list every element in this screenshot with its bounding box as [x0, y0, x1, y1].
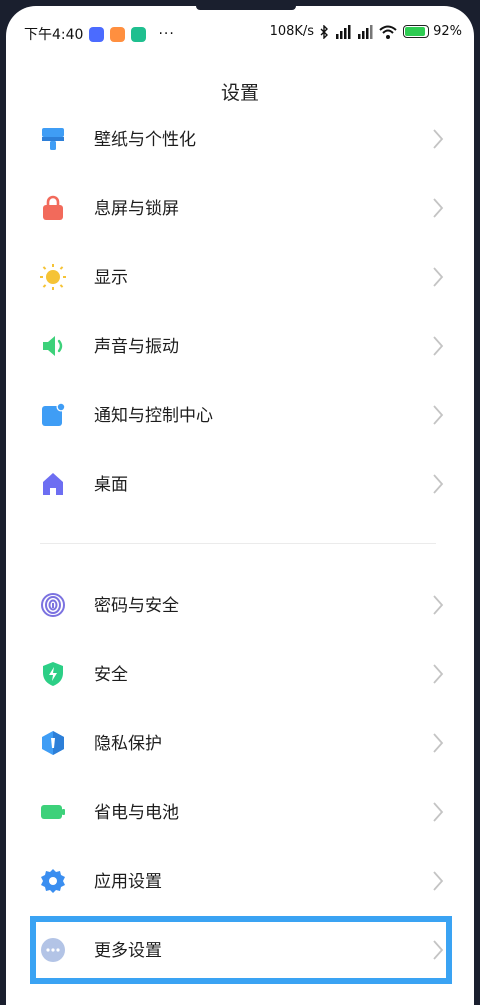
settings-item-security[interactable]: 安全 — [6, 645, 474, 703]
phone-screen: 下午4:40 ··· 108K/s 92% 设置 壁纸与个性化 息屏与锁屏 显示… — [6, 6, 474, 1005]
speaker-icon — [43, 336, 63, 356]
settings-item-sound[interactable]: 声音与振动 — [6, 317, 474, 375]
app-notification-icon — [89, 26, 105, 42]
network-speed: 108K/s — [269, 24, 315, 39]
settings-item-label: 密码与安全 — [94, 596, 179, 616]
highlight-box — [30, 916, 452, 984]
settings-item-label: 壁纸与个性化 — [94, 130, 196, 150]
battery-indicator: 92% — [403, 24, 462, 39]
settings-item-label: 通知与控制中心 — [94, 406, 213, 426]
status-bar: 下午4:40 ··· 108K/s 92% — [6, 6, 474, 60]
chevron-right-icon — [433, 595, 444, 615]
settings-item-label: 省电与电池 — [94, 803, 179, 823]
app-notification-icon — [131, 26, 147, 42]
signal-icon — [358, 24, 373, 39]
settings-item-label: 安全 — [94, 665, 128, 685]
shield-bolt-icon — [43, 662, 63, 686]
settings-item-password-security[interactable]: 密码与安全 — [6, 576, 474, 634]
privacy-icon — [42, 731, 64, 755]
settings-item-label: 息屏与锁屏 — [94, 199, 179, 219]
more-notifications-icon: ··· — [158, 26, 175, 42]
settings-item-battery[interactable]: 省电与电池 — [6, 783, 474, 841]
home-icon — [43, 473, 63, 495]
section-divider — [40, 543, 436, 544]
settings-item-label: 声音与振动 — [94, 337, 179, 357]
settings-item-label: 桌面 — [94, 475, 128, 495]
chevron-right-icon — [433, 802, 444, 822]
chevron-right-icon — [433, 871, 444, 891]
page-title: 设置 — [220, 82, 259, 104]
settings-item-label: 隐私保护 — [94, 734, 162, 754]
battery-icon — [403, 25, 430, 38]
battery-percent: 92% — [433, 24, 462, 39]
notification-icon — [42, 402, 66, 426]
settings-item-apps[interactable]: 应用设置 — [6, 852, 474, 910]
lock-icon — [43, 195, 63, 220]
gear-icon — [41, 869, 65, 893]
settings-item-display[interactable]: 显示 — [6, 248, 474, 306]
settings-item-label: 应用设置 — [94, 872, 162, 892]
chevron-right-icon — [433, 336, 444, 356]
chevron-right-icon — [433, 664, 444, 684]
settings-item-privacy[interactable]: 隐私保护 — [6, 714, 474, 772]
chevron-right-icon — [433, 474, 444, 494]
chevron-right-icon — [433, 405, 444, 425]
chevron-right-icon — [433, 267, 444, 287]
paintbrush-icon — [42, 128, 64, 150]
chevron-right-icon — [433, 129, 444, 149]
chevron-right-icon — [433, 198, 444, 218]
sun-icon — [40, 264, 66, 290]
signal-icon — [336, 24, 351, 39]
settings-item-label: 显示 — [94, 268, 128, 288]
settings-item-lockscreen[interactable]: 息屏与锁屏 — [6, 179, 474, 237]
chevron-right-icon — [433, 733, 444, 753]
settings-item-notifications[interactable]: 通知与控制中心 — [6, 386, 474, 444]
settings-item-wallpaper[interactable]: 壁纸与个性化 — [6, 110, 474, 168]
wifi-icon — [379, 25, 397, 39]
status-time: 下午4:40 — [24, 27, 84, 43]
bluetooth-icon — [320, 24, 329, 39]
battery-icon — [41, 805, 65, 819]
settings-item-home-screen[interactable]: 桌面 — [6, 455, 474, 513]
fingerprint-icon — [41, 593, 65, 617]
app-notification-icon — [110, 26, 126, 42]
